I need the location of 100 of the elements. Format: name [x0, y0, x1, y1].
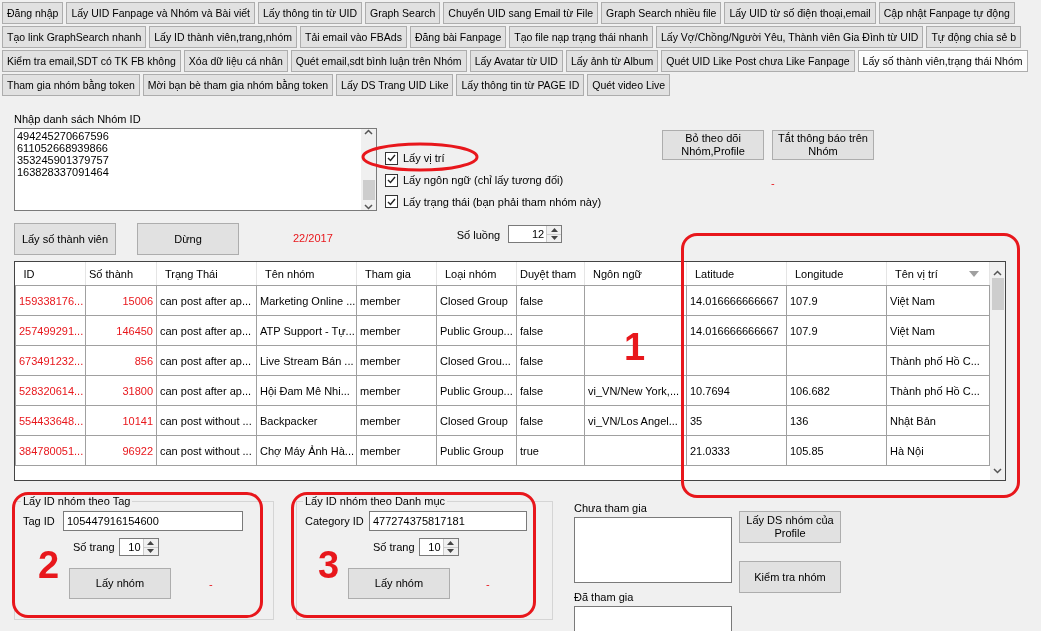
column-header[interactable]: Tên vị trí: [886, 262, 990, 286]
tab[interactable]: Kiểm tra email,SDT có TK FB không: [2, 50, 181, 72]
table-cell: 105.85: [786, 435, 887, 466]
column-header[interactable]: Longitude: [786, 262, 887, 286]
checkbox[interactable]: [385, 173, 398, 187]
tab[interactable]: Tạo link GraphSearch nhanh: [2, 26, 147, 48]
tab[interactable]: Lấy thông tin từ UID: [258, 2, 362, 24]
tab[interactable]: Chuyển UID sang Email từ File: [443, 2, 599, 24]
text-field[interactable]: 477274375817181: [369, 511, 527, 531]
tab[interactable]: Lấy DS Trang UID Like: [336, 74, 454, 96]
tab[interactable]: Lấy ID thành viên,trang,nhóm: [149, 26, 297, 48]
checkbox[interactable]: [385, 151, 398, 165]
tab[interactable]: Xóa dữ liệu cá nhân: [183, 50, 288, 72]
table-cell: Closed Group: [436, 405, 517, 436]
table-cell: Hội Đam Mê Nhi...: [256, 375, 357, 406]
table-cell: 21.0333: [686, 435, 787, 466]
tab[interactable]: Tải email vào FBAds: [300, 26, 407, 48]
table-cell: false: [516, 285, 585, 316]
scroll-down-icon[interactable]: [993, 468, 1002, 474]
tab[interactable]: Lấy ảnh từ Album: [565, 50, 659, 72]
table-cell: ATP Support - Tự...: [256, 315, 357, 346]
status-text: -: [486, 577, 490, 590]
number-spinner[interactable]: 10: [418, 538, 459, 556]
up-arrow-icon: [447, 540, 455, 545]
table-cell: 107.9: [786, 285, 887, 316]
action-button[interactable]: Kiểm tra nhóm: [739, 561, 841, 593]
up-arrow-icon: [147, 540, 155, 545]
table-cell: 159338176...: [15, 285, 86, 316]
field-label: Đã tham gia: [574, 590, 635, 604]
tab[interactable]: Mời bạn bè tham gia nhóm bằng token: [142, 74, 334, 96]
tab[interactable]: Quét UID Like Post chưa Like Fanpage: [661, 50, 855, 72]
tab[interactable]: Graph Search: [365, 2, 441, 24]
scrollbar[interactable]: [990, 262, 1005, 480]
table-cell: Live Stream Bán ...: [256, 345, 357, 376]
table-cell: 146450: [85, 315, 157, 346]
column-header[interactable]: Ngôn ngữ: [584, 262, 687, 286]
get-groups-button[interactable]: Lấy nhóm: [69, 568, 171, 599]
table-cell: 14.016666666667: [686, 285, 787, 316]
number-spinner[interactable]: 10: [118, 538, 159, 556]
scroll-up-icon[interactable]: [993, 270, 1002, 276]
tab[interactable]: Đăng nhập: [2, 2, 64, 24]
get-groups-button[interactable]: Lấy nhóm: [348, 568, 450, 599]
tab[interactable]: Tạo file nạp trạng thái nhanh: [509, 26, 653, 48]
tab[interactable]: Tham gia nhóm bằng token: [2, 74, 140, 96]
table-cell: Closed Grou...: [436, 345, 517, 376]
field-label: Số trang: [73, 540, 115, 554]
action-button[interactable]: Lấy DS nhóm của Profile: [739, 511, 841, 543]
table-cell: 31800: [85, 375, 157, 406]
tab[interactable]: Lấy thông tin từ PAGE ID: [456, 74, 585, 96]
action-button[interactable]: Tắt thông báo trên Nhóm: [772, 130, 874, 160]
tab[interactable]: Tự động chia sẻ b: [926, 26, 1022, 48]
column-header[interactable]: Tham gia: [356, 262, 437, 286]
action-button[interactable]: Bỏ theo dõi Nhóm,Profile: [662, 130, 764, 160]
stop-button[interactable]: Dừng: [137, 223, 239, 255]
table-cell: 673491232...: [15, 345, 86, 376]
table-cell: Public Group: [436, 435, 517, 466]
tab[interactable]: Graph Search nhiều file: [601, 2, 722, 24]
table-cell: Thành phố Hồ C...: [886, 375, 990, 406]
group-title: Lấy ID nhóm theo Tag: [22, 495, 132, 507]
checkbox[interactable]: [385, 195, 398, 209]
text-area-field[interactable]: [574, 517, 732, 583]
column-header[interactable]: Latitude: [686, 262, 787, 286]
count-members-button[interactable]: Lấy số thành viên: [14, 223, 116, 255]
table-cell: Nhật Bản: [886, 405, 990, 436]
column-header[interactable]: ID: [15, 262, 86, 286]
checkbox-label: Lấy trạng thái (bạn phải tham nhóm này): [403, 194, 602, 209]
column-header[interactable]: Số thành: [85, 262, 157, 286]
tab[interactable]: Lấy Avatar từ UID: [469, 50, 563, 72]
table-cell: 35: [686, 405, 787, 436]
column-header[interactable]: Loại nhóm: [436, 262, 517, 286]
table-cell: can post after ap...: [156, 375, 257, 406]
text-area-field[interactable]: [574, 606, 732, 631]
tab[interactable]: Đăng bài Fanpage: [409, 26, 507, 48]
table-cell: vi_VN/Los Angel...: [584, 405, 687, 436]
column-header[interactable]: Trạng Thái: [156, 262, 257, 286]
column-header[interactable]: Duyệt tham: [516, 262, 585, 286]
table-cell: false: [516, 315, 585, 346]
tab[interactable]: Cập nhật Fanpage tự động: [878, 2, 1015, 24]
tab[interactable]: Lấy UID từ số điện thoại,email: [724, 2, 876, 24]
table-cell: 554433648...: [15, 405, 86, 436]
table-cell: Hà Nội: [886, 435, 990, 466]
field-label: Category ID: [305, 514, 365, 528]
table-cell: true: [516, 435, 585, 466]
tab[interactable]: Quét video Live: [587, 74, 671, 96]
text-field[interactable]: 105447916154600: [63, 511, 243, 531]
table-cell: can post without ...: [156, 435, 257, 466]
up-arrow-icon: [550, 227, 558, 232]
table-cell: 136: [786, 405, 887, 436]
table-cell: 14.016666666667: [686, 315, 787, 346]
table-cell: Public Group...: [436, 315, 517, 346]
table-cell: 15006: [85, 285, 157, 316]
table-cell: can post after ap...: [156, 285, 257, 316]
number-spinner[interactable]: 12: [508, 225, 563, 243]
tab[interactable]: Lấy UID Fanpage và Nhóm và Bài viết: [66, 2, 255, 24]
column-header[interactable]: Tên nhóm: [256, 262, 357, 286]
tab[interactable]: Lấy số thành viên,trạng thái Nhóm: [857, 50, 1028, 72]
tab[interactable]: Lấy Vợ/Chồng/Người Yêu, Thành viên Gia Đình từ UID: [656, 26, 924, 48]
tab[interactable]: Quét email,sdt bình luận trên Nhóm: [290, 50, 467, 72]
scrollbar-thumb[interactable]: [991, 278, 1004, 310]
field-label: Số luồng: [456, 228, 501, 242]
